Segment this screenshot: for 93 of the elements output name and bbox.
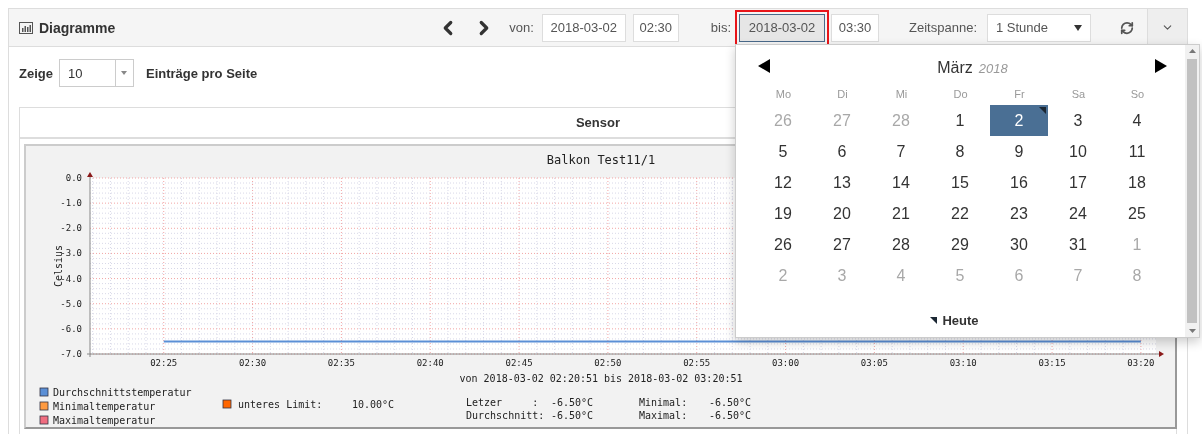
scroll-up-icon[interactable] bbox=[1188, 49, 1196, 53]
calendar-day[interactable]: 4 bbox=[1108, 105, 1166, 136]
from-label: von: bbox=[509, 20, 534, 35]
calendar-day[interactable]: 7 bbox=[872, 136, 930, 167]
stat-label: Maximal: bbox=[639, 410, 688, 421]
tick-label: 02:55 bbox=[683, 358, 711, 368]
tick-label: 02:30 bbox=[239, 358, 267, 368]
calendar-day[interactable]: 29 bbox=[931, 229, 989, 260]
weekday-label: Sa bbox=[1070, 87, 1087, 102]
date-field[interactable]: 2018-03-02 bbox=[541, 13, 626, 42]
tick-label: -7.0 bbox=[60, 349, 82, 359]
calendar-day[interactable]: 10 bbox=[1049, 136, 1107, 167]
calendar-day[interactable]: 21 bbox=[872, 198, 930, 229]
tick-label: 02:25 bbox=[150, 358, 178, 368]
caret-icon bbox=[121, 71, 128, 75]
time-field[interactable]: 03:30 bbox=[831, 13, 880, 42]
legend-label: Minimaltemperatur bbox=[53, 401, 156, 412]
legend-value: 10.00°C bbox=[352, 399, 395, 410]
calendar-day[interactable]: 13 bbox=[813, 167, 871, 198]
calendar-day[interactable]: 31 bbox=[1049, 229, 1107, 260]
calendar-day[interactable]: 9 bbox=[990, 136, 1048, 167]
page-length-select[interactable]: 10 bbox=[58, 59, 134, 87]
refresh-icon bbox=[1120, 20, 1134, 35]
calendar-day[interactable]: 30 bbox=[990, 229, 1048, 260]
tick-label: 03:05 bbox=[860, 358, 888, 368]
weekday-label: Mo bbox=[774, 87, 793, 102]
time-field[interactable]: 02:30 bbox=[632, 13, 679, 42]
calendar-day[interactable]: 26 bbox=[754, 229, 812, 260]
range-text: von 2018-03-02 02:20:51 bis 2018-03-02 03:20:51 bbox=[459, 373, 743, 384]
scroll-down-icon[interactable] bbox=[1188, 329, 1196, 333]
caret-icon bbox=[1074, 24, 1082, 31]
stat-label: Minimal: bbox=[639, 397, 688, 408]
to-label: bis: bbox=[710, 20, 732, 35]
tick-label: 03:15 bbox=[1038, 358, 1066, 368]
weekday-label: Do bbox=[952, 87, 969, 102]
timespan-label: Zeitspanne: bbox=[909, 20, 977, 35]
tick-label: -2.0 bbox=[60, 223, 82, 234]
tick-label: 02:35 bbox=[327, 358, 355, 368]
chart-title: Balkon Test11/1 bbox=[546, 153, 656, 167]
scrollbar[interactable] bbox=[1185, 45, 1199, 337]
calendar-day[interactable]: 27 bbox=[813, 229, 871, 260]
tick-label: -1.0 bbox=[60, 198, 82, 209]
calendar-day[interactable]: 28 bbox=[872, 229, 930, 260]
tick-label: 02:40 bbox=[416, 358, 444, 368]
tick-label: 02:45 bbox=[505, 358, 533, 368]
calendar-day[interactable]: 20 bbox=[813, 198, 871, 229]
today-button[interactable]: Heute bbox=[924, 312, 985, 329]
calendar-day[interactable]: 3 bbox=[1049, 105, 1107, 136]
tick-label: -5.0 bbox=[60, 298, 82, 309]
legend-label: Durchschnittstemperatur bbox=[53, 387, 192, 398]
timespan-select[interactable]: 1 Stunde bbox=[987, 13, 1091, 42]
calendar-day[interactable]: 5 bbox=[754, 136, 812, 167]
calendar-day[interactable]: 18 bbox=[1108, 167, 1166, 198]
calendar-day[interactable]: 16 bbox=[990, 167, 1048, 198]
year-label: 2018 bbox=[978, 61, 1008, 76]
calendar-day[interactable]: 6 bbox=[813, 136, 871, 167]
weekday-label: Mi bbox=[894, 87, 909, 102]
entries-label: Einträge pro Seite bbox=[145, 65, 258, 81]
weekday-label: So bbox=[1129, 87, 1146, 102]
calendar-day[interactable]: 17 bbox=[1049, 167, 1107, 198]
weekday-label: Fr bbox=[1013, 87, 1026, 102]
calendar-day[interactable]: 11 bbox=[1108, 136, 1166, 167]
show-label: Zeige bbox=[19, 65, 53, 81]
tick-label: 03:20 bbox=[1127, 358, 1155, 368]
calendar-day[interactable]: 22 bbox=[931, 198, 989, 229]
calendar-day[interactable]: 2 bbox=[990, 105, 1048, 136]
calendar-day[interactable]: 15 bbox=[931, 167, 989, 198]
legend-label: Maximaltemperatur bbox=[53, 415, 156, 426]
stat-value: -6.50°C bbox=[551, 397, 594, 408]
calendar-day[interactable]: 24 bbox=[1049, 198, 1107, 229]
axis-label: Celsius bbox=[53, 244, 64, 288]
calendar-day[interactable]: 23 bbox=[990, 198, 1048, 229]
tick-label: 02:50 bbox=[594, 358, 622, 368]
tick-label: 03:10 bbox=[949, 358, 977, 368]
stat-value: -6.50°C bbox=[709, 410, 752, 421]
calendar-day[interactable]: 8 bbox=[931, 136, 989, 167]
calendar-day[interactable]: 1 bbox=[931, 105, 989, 136]
calendar-day[interactable]: 19 bbox=[754, 198, 812, 229]
month-label: März bbox=[937, 59, 973, 77]
calendar-day[interactable]: 12 bbox=[754, 167, 812, 198]
stat-label: Durchschnitt: bbox=[466, 410, 545, 421]
stat-value: -6.50°C bbox=[709, 397, 752, 408]
stat-label: Letzer : bbox=[466, 397, 539, 408]
tick-label: 03:00 bbox=[772, 358, 800, 368]
weekday-label: Di bbox=[836, 87, 849, 102]
bar-chart-icon bbox=[19, 21, 33, 34]
calendar-day[interactable]: 14 bbox=[872, 167, 930, 198]
stat-value: -6.50°C bbox=[551, 410, 594, 421]
panel-title: Diagramme bbox=[39, 19, 116, 36]
tick-label: 0.0 bbox=[65, 173, 82, 183]
legend-label: unteres Limit: bbox=[238, 399, 323, 410]
calendar-day[interactable]: 25 bbox=[1108, 198, 1166, 229]
tick-label: -6.0 bbox=[60, 323, 82, 334]
